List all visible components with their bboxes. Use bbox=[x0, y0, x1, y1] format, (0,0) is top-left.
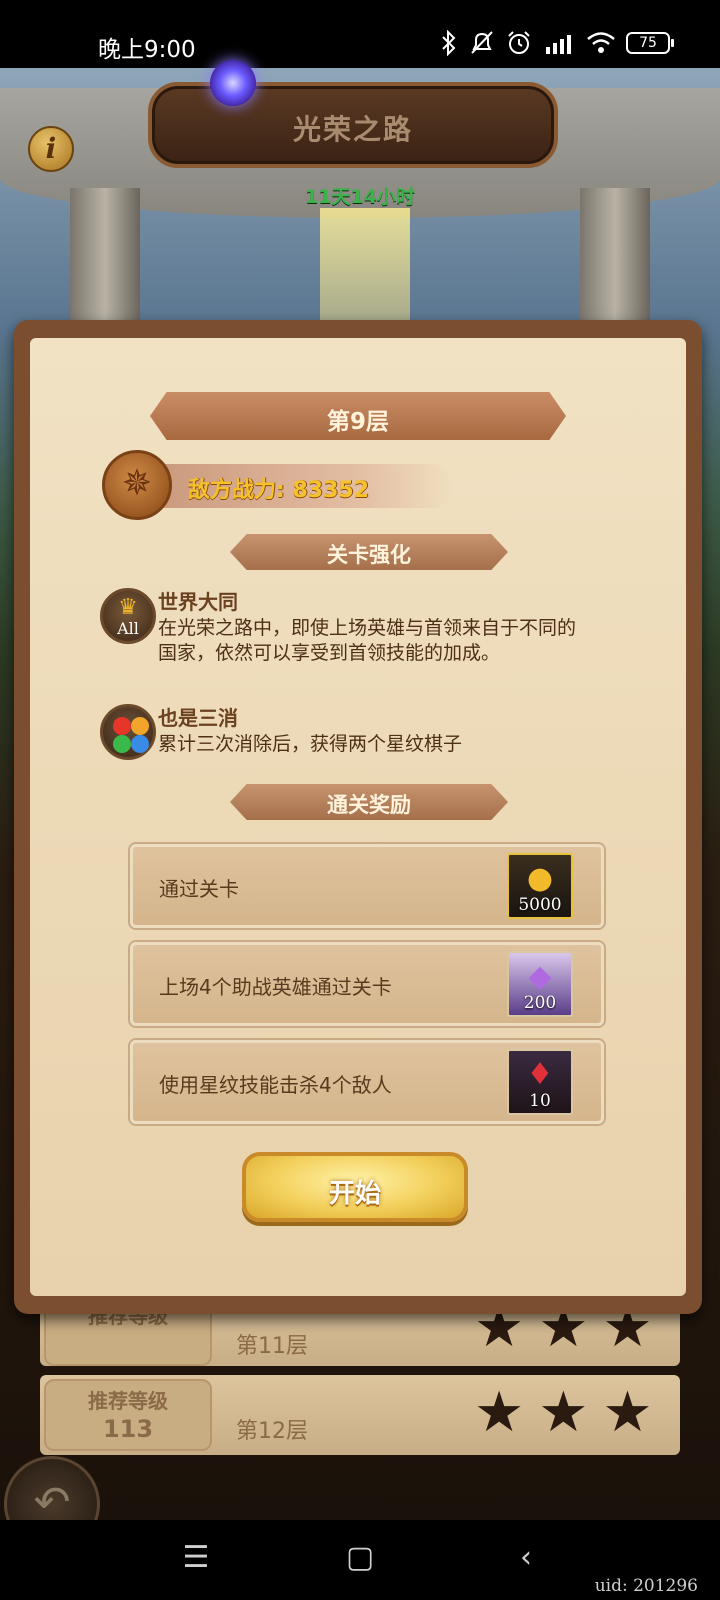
start-label: 开始 bbox=[328, 1179, 381, 1209]
reward-row: 上场4个助战英雄通过关卡 ◆ 200 bbox=[130, 942, 604, 1026]
star-icon: ★ bbox=[538, 1380, 589, 1445]
floor-title: 第9层 bbox=[326, 409, 389, 435]
parchment-panel: 第9层 ✵ 敌方战力: 83352 关卡强化 ♛ All 世界大同 在光荣之路中… bbox=[30, 338, 686, 1296]
status-bar: 晚上9:00 75 bbox=[0, 0, 720, 68]
modifier-desc: 累计三次消除后，获得两个星纹棋子 bbox=[158, 733, 463, 755]
page-title: 光荣之路 bbox=[292, 113, 413, 146]
title-banner: 光荣之路 bbox=[148, 82, 558, 168]
enemy-power-text: 敌方战力: 83352 bbox=[188, 478, 369, 503]
back-icon[interactable]: ‹ bbox=[506, 1538, 546, 1578]
enemy-power: ✵ 敌方战力: 83352 bbox=[102, 450, 462, 526]
reward-row: 使用星纹技能击杀4个敌人 ♦ 10 bbox=[130, 1040, 604, 1124]
reward-condition: 通过关卡 bbox=[159, 877, 239, 901]
menu-icon[interactable]: ☰ bbox=[176, 1538, 216, 1578]
bluetooth-icon bbox=[442, 30, 456, 56]
all-label: All bbox=[117, 619, 139, 638]
status-time: 晚上9:00 bbox=[98, 37, 196, 63]
floor-name: 第12层 bbox=[236, 1419, 308, 1444]
info-button[interactable]: i bbox=[28, 126, 74, 172]
wifi-icon bbox=[587, 32, 615, 53]
purple-crystal-icon[interactable]: ◆ 200 bbox=[507, 951, 573, 1017]
floor-banner: 第9层 bbox=[150, 392, 566, 440]
floor-dialog: 第9层 ✵ 敌方战力: 83352 关卡强化 ♛ All 世界大同 在光荣之路中… bbox=[14, 320, 702, 1314]
crown-all-icon: ♛ All bbox=[100, 588, 156, 644]
star-icon: ★ bbox=[474, 1380, 525, 1445]
battery-icon: 75 bbox=[626, 32, 674, 54]
magic-orb-icon bbox=[210, 60, 256, 106]
reward-qty: 5000 bbox=[518, 895, 562, 915]
crown-icon: ♛ bbox=[118, 595, 138, 620]
modifiers-banner: 关卡强化 bbox=[230, 534, 508, 570]
user-id: uid: 201296 bbox=[594, 1576, 698, 1596]
recommend-badge: 推荐等级 113 bbox=[44, 1379, 212, 1451]
start-button[interactable]: 开始 bbox=[242, 1152, 468, 1222]
alarm-icon bbox=[508, 31, 530, 54]
home-icon[interactable]: ▢ bbox=[340, 1538, 380, 1578]
wax-seal-icon: ✵ bbox=[102, 450, 172, 520]
reward-condition: 上场4个助战英雄通过关卡 bbox=[159, 975, 392, 999]
floor-name: 第11层 bbox=[236, 1334, 308, 1359]
gems-icon bbox=[100, 704, 156, 760]
reward-condition: 使用星纹技能击杀4个敌人 bbox=[159, 1073, 392, 1097]
gold-coin-icon[interactable]: ● 5000 bbox=[507, 853, 573, 919]
floor-stars: ★ ★ ★ bbox=[474, 1385, 653, 1441]
floor-row[interactable]: 推荐等级 113 第12层 ★ ★ ★ bbox=[40, 1375, 680, 1455]
modifiers-title: 关卡强化 bbox=[327, 543, 411, 567]
reward-qty: 200 bbox=[523, 993, 557, 1013]
rewards-title: 通关奖励 bbox=[327, 793, 411, 817]
modifier-title: 世界大同 bbox=[158, 590, 238, 614]
modifier-desc: 在光荣之路中，即使上场英雄与首领来自于不同的国家，依然可以享受到首领技能的加成。 bbox=[158, 617, 577, 664]
star-icon: ★ bbox=[602, 1380, 653, 1445]
modifier-title: 也是三消 bbox=[158, 706, 238, 730]
recommend-level: 113 bbox=[102, 1415, 154, 1443]
reward-row: 通过关卡 ● 5000 bbox=[130, 844, 604, 928]
recommend-label: 推荐等级 bbox=[88, 1389, 168, 1413]
reward-qty: 10 bbox=[529, 1091, 551, 1111]
signal-icon bbox=[546, 35, 571, 54]
event-timer: 11天14小时 bbox=[305, 186, 415, 208]
mute-bell-icon bbox=[471, 31, 493, 54]
rewards-banner: 通关奖励 bbox=[230, 784, 508, 820]
red-gem-icon[interactable]: ♦ 10 bbox=[507, 1049, 573, 1115]
status-icons: 75 bbox=[440, 28, 674, 58]
